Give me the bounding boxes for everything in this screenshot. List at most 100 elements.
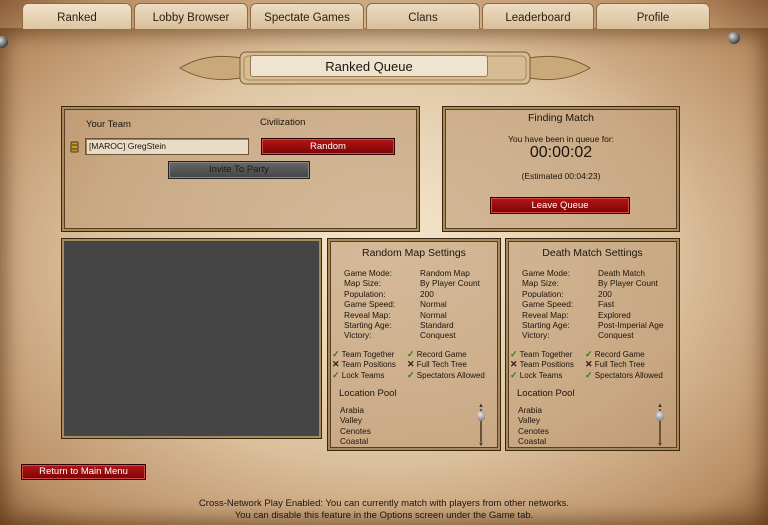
your-team-label: Your Team — [86, 119, 131, 130]
list-item: Arabia — [340, 405, 364, 415]
option-label: Lock Teams — [519, 370, 563, 380]
location-pool-list[interactable]: Arabia Valley Cenotes Coastal — [518, 405, 549, 446]
civilization-select[interactable]: Random — [261, 138, 395, 155]
option-label: Team Together — [519, 350, 573, 359]
cross-icon: ✕ — [510, 359, 518, 370]
random-map-values: Random Map By Player Count 200 Normal No… — [420, 268, 480, 341]
cross-network-hint: You can disable this feature in the Opti… — [234, 510, 534, 521]
setting-key: Game Speed: — [522, 299, 574, 310]
option-label: Record Game — [594, 350, 645, 359]
option-label: Team Positions — [519, 360, 574, 370]
civilization-label: Civilization — [260, 117, 306, 128]
nail-right — [728, 32, 740, 44]
death-match-keys: Game Mode: Map Size: Population: Game Sp… — [522, 268, 573, 341]
tab-spectate-games[interactable]: Spectate Games — [250, 3, 364, 29]
setting-key: Map Size: — [522, 278, 559, 289]
check-icon: ✓ — [585, 369, 593, 380]
setting-key: Reveal Map: — [344, 309, 391, 320]
location-pool-title: Location Pool — [517, 388, 575, 399]
chat-area[interactable] — [62, 239, 321, 438]
setting-key: Population: — [344, 288, 386, 299]
random-map-options-right: ✓ Record Game ✕ Full Tech Tree ✓ Spectat… — [407, 349, 485, 380]
tab-profile[interactable]: Profile — [596, 3, 710, 29]
scroll-down-icon[interactable]: ▼ — [477, 442, 485, 448]
list-item: Cenotes — [340, 425, 371, 436]
finding-match-title: Finding Match — [528, 112, 594, 124]
scroll-thumb[interactable] — [656, 411, 664, 421]
tab-leaderboard[interactable]: Leaderboard — [482, 3, 594, 29]
option-label: Spectators Allowed — [416, 370, 485, 380]
option-label: Team Together — [341, 350, 395, 359]
setting-key: Starting Age: — [522, 319, 570, 330]
setting-key: Reveal Map: — [522, 309, 569, 320]
list-item: Arabia — [518, 405, 542, 415]
random-map-keys: Game Mode: Map Size: Population: Game Sp… — [344, 268, 395, 341]
setting-value: By Player Count — [598, 278, 658, 289]
location-pool-title: Location Pool — [339, 388, 397, 399]
player-name-field[interactable]: [MAROC] GregStein — [85, 138, 249, 155]
setting-key: Game Mode: — [522, 268, 570, 278]
death-match-settings-panel: Death Match Settings Game Mode: Map Size… — [506, 239, 679, 450]
setting-value: Normal — [420, 309, 447, 320]
setting-value: Death Match — [598, 268, 646, 278]
random-map-settings-panel: Random Map Settings Game Mode: Map Size:… — [328, 239, 500, 450]
location-pool-list[interactable]: Arabia Valley Cenotes Coastal — [340, 405, 371, 446]
setting-value: Fast — [598, 299, 615, 310]
invite-to-party-button[interactable]: Invite To Party — [168, 161, 310, 179]
death-match-options-right: ✓ Record Game ✕ Full Tech Tree ✓ Spectat… — [585, 349, 663, 380]
check-icon: ✓ — [332, 369, 340, 380]
option-label: Spectators Allowed — [594, 370, 663, 380]
setting-value: Post-Imperial Age — [598, 319, 664, 330]
option-label: Team Positions — [341, 360, 396, 370]
leader-crown-icon — [70, 141, 79, 153]
list-item: Valley — [518, 415, 540, 426]
page-title: Ranked Queue — [250, 55, 488, 77]
check-icon: ✓ — [510, 349, 518, 359]
tab-lobby-browser[interactable]: Lobby Browser — [134, 3, 248, 29]
setting-value: 200 — [598, 288, 612, 299]
return-to-main-menu-button[interactable]: Return to Main Menu — [21, 464, 146, 480]
option-label: Lock Teams — [341, 370, 385, 380]
leave-queue-button[interactable]: Leave Queue — [490, 197, 630, 214]
setting-key: Game Mode: — [344, 268, 392, 278]
check-icon: ✓ — [407, 349, 415, 359]
cross-icon: ✕ — [585, 359, 593, 370]
cross-icon: ✕ — [407, 359, 415, 370]
setting-value: Conquest — [420, 330, 456, 341]
check-icon: ✓ — [510, 369, 518, 380]
setting-key: Game Speed: — [344, 299, 396, 310]
setting-value: Conquest — [598, 330, 634, 341]
setting-value: Random Map — [420, 268, 470, 278]
setting-key: Starting Age: — [344, 319, 392, 330]
setting-value: 200 — [420, 288, 434, 299]
setting-value: By Player Count — [420, 278, 480, 289]
location-pool-scrollbar[interactable]: ▲ ▼ — [656, 403, 664, 448]
setting-value: Normal — [420, 299, 447, 310]
setting-value: Explored — [598, 309, 631, 320]
tab-ranked[interactable]: Ranked — [22, 3, 132, 29]
queue-timer: 00:00:02 — [529, 144, 593, 161]
setting-key: Map Size: — [344, 278, 381, 289]
tab-clans[interactable]: Clans — [366, 3, 480, 29]
queue-duration-label: You have been in queue for: — [507, 134, 615, 144]
location-pool-scrollbar[interactable]: ▲ ▼ — [477, 403, 485, 448]
list-item: Coastal — [518, 435, 547, 446]
check-icon: ✓ — [407, 369, 415, 380]
check-icon: ✓ — [332, 349, 340, 359]
estimated-wait: (Estimated 00:04:23) — [521, 171, 601, 181]
check-icon: ✓ — [585, 349, 593, 359]
list-item: Coastal — [340, 435, 369, 446]
death-match-options-left: ✓ Team Together ✕ Team Positions ✓ Lock … — [510, 349, 574, 380]
death-match-values: Death Match By Player Count 200 Fast Exp… — [598, 268, 663, 341]
cross-icon: ✕ — [332, 359, 340, 370]
scroll-up-icon[interactable]: ▲ — [656, 403, 664, 409]
scroll-up-icon[interactable]: ▲ — [477, 403, 485, 409]
scroll-thumb[interactable] — [477, 411, 485, 421]
random-map-settings-title: Random Map Settings — [362, 247, 466, 259]
setting-key: Population: — [522, 288, 564, 299]
option-label: Full Tech Tree — [416, 360, 467, 370]
team-panel: Your Team Civilization [MAROC] GregStein… — [62, 107, 419, 231]
scroll-down-icon[interactable]: ▼ — [656, 442, 664, 448]
random-map-options-left: ✓ Team Together ✕ Team Positions ✓ Lock … — [332, 349, 396, 380]
setting-key: Victory: — [344, 330, 372, 341]
